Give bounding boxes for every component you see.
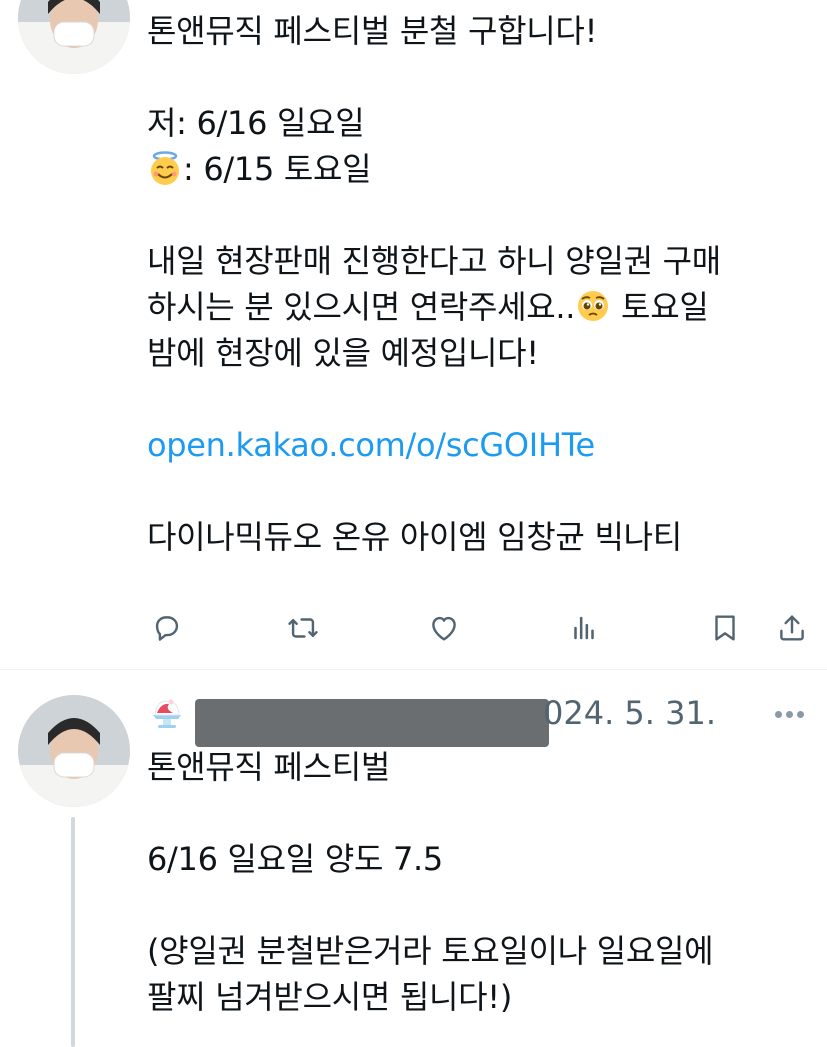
bar-chart-icon: [574, 616, 594, 640]
reply-button[interactable]: [147, 608, 187, 648]
smiling-face-with-halo-icon: [147, 150, 183, 186]
pleading-face-icon: [575, 288, 611, 324]
text-line: 톤앤뮤직 페스티벌 분철 구합니다!: [147, 12, 598, 50]
text-line: 톤앤뮤직 페스티벌: [147, 748, 390, 786]
text-line: 6/16 일요일 양도 7.5: [147, 840, 443, 878]
retweet-icon: [288, 618, 318, 638]
text-line: 다이나믹듀오 온유 아이엠 임창균 빅나티: [147, 518, 682, 556]
text-fragment: 하시는 분 있으시면 연락주세요..: [147, 288, 576, 326]
text-line: 하시는 분 있으시면 연락주세요.. 토요일: [147, 284, 807, 330]
text-line: 내일 현장판매 진행한다고 하니 양일권 구매: [147, 242, 721, 280]
retweet-button[interactable]: [283, 608, 323, 648]
more-options-button[interactable]: [775, 711, 805, 719]
share-icon: [780, 615, 804, 641]
views-button[interactable]: [564, 608, 604, 648]
shaved-ice-icon: [147, 693, 187, 733]
text-fragment: : 6/15 토요일: [183, 150, 372, 188]
share-button[interactable]: [772, 608, 812, 648]
tweet-actions: [147, 608, 812, 648]
tweet-text: 톤앤뮤직 페스티벌 분철 구합니다! 저: 6/16 일요일 : 6/15 토요…: [147, 8, 807, 560]
dot: [797, 711, 804, 718]
avatar[interactable]: [18, 0, 130, 74]
redacted-username: [195, 699, 549, 747]
bookmark-button[interactable]: [705, 608, 745, 648]
avatar-image: [18, 0, 130, 74]
text-line: (양일권 분철받은거라 토요일이나 일요일에: [147, 932, 714, 970]
thread-line: [71, 817, 75, 1047]
tweet-1[interactable]: 톤앤뮤직 페스티벌 분철 구합니다! 저: 6/16 일요일 : 6/15 토요…: [0, 0, 827, 670]
divider: [0, 669, 827, 670]
tweet-header: 024. 5. 31.: [147, 689, 827, 747]
like-button[interactable]: [424, 608, 464, 648]
heart-icon: [432, 616, 456, 641]
avatar[interactable]: [18, 695, 130, 807]
text-line: : 6/15 토요일: [147, 146, 807, 192]
reply-icon: [155, 616, 179, 641]
text-fragment: 토요일: [611, 288, 709, 326]
dot: [786, 711, 793, 718]
text-line: 밤에 현장에 있을 예정입니다!: [147, 334, 539, 372]
tweet-date[interactable]: 024. 5. 31.: [543, 693, 716, 733]
tweet-2[interactable]: 024. 5. 31. 톤앤뮤직 페스티벌 6/16 일요일 양도 7.5 (양…: [0, 671, 827, 1047]
text-line: 팔찌 넘겨받으시면 됩니다!): [147, 978, 512, 1016]
text-line: 저: 6/16 일요일: [147, 104, 365, 142]
kakao-link[interactable]: open.kakao.com/o/scGOIHTe: [147, 422, 807, 468]
bookmark-icon: [715, 615, 735, 641]
tweet-text: 톤앤뮤직 페스티벌 6/16 일요일 양도 7.5 (양일권 분철받은거라 토요…: [147, 744, 807, 1020]
avatar-image: [18, 695, 130, 807]
dot: [775, 711, 782, 718]
